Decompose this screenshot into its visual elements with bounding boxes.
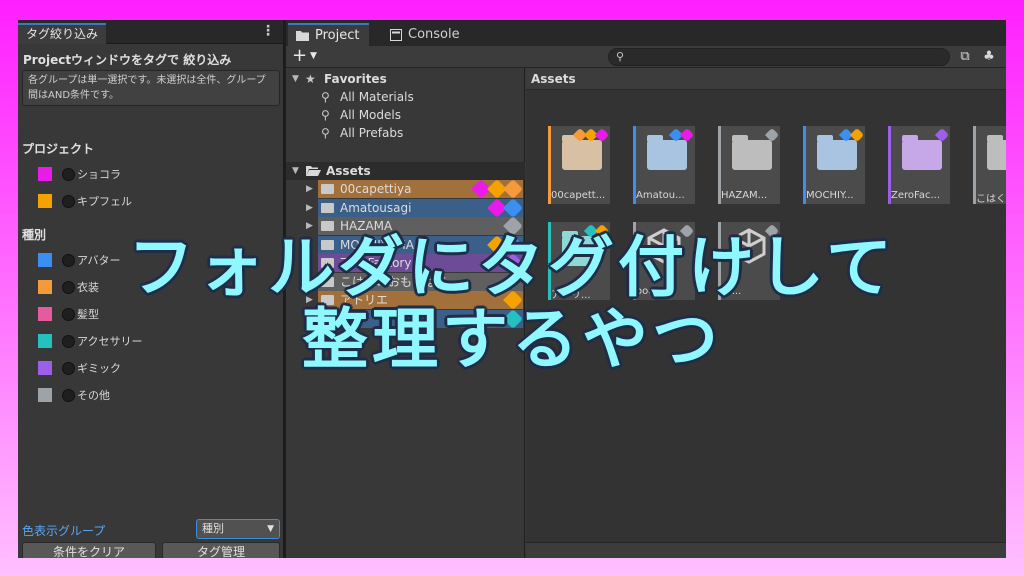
color-group-dropdown[interactable]: 種別 ▼ [196,519,280,539]
tag-icons [668,127,695,143]
expand-arrow-icon[interactable]: ▶ [306,180,313,198]
assets-label: Assets [326,164,371,178]
folder-label: 00capettiya [340,182,412,196]
folder-icon [817,135,857,170]
tab-project[interactable]: Project [288,23,370,46]
group-heading: プロジェクト [22,142,95,156]
search-icon: ⚲ [616,50,625,63]
tab-project-label: Project [315,27,360,43]
radio-button[interactable] [62,388,75,402]
tag-icons [764,127,780,143]
asset-tile[interactable]: 00capett... [548,126,610,206]
tag-icon [764,127,780,143]
create-plus-icon[interactable]: + [292,45,307,66]
tag-filter-tabbar: タグ絞り込み ⋮ [18,20,283,44]
tag-color-swatch [38,388,52,402]
search-icon: ⚲ [321,108,330,122]
project-toolbar: + ▼ ⚲ ⧉ ♣ [286,45,1006,68]
tag-icon [594,127,610,143]
tag-label: その他 [77,389,110,402]
console-icon [390,28,402,41]
favorite-label: All Prefabs [340,126,404,140]
expand-arrow-icon[interactable]: ▼ [292,162,299,180]
tag-icon [679,127,695,143]
tag-color-swatch [38,194,52,208]
tag-icons [934,127,950,143]
tag-icon [849,127,865,143]
tag-color-swatch [38,167,52,181]
favorite-item[interactable]: ⚲ All Materials [286,88,525,106]
tile-label: ZeroFac... [891,190,941,201]
tag-icons [838,127,865,143]
search-icon: ⚲ [321,90,330,104]
overlay-title-line2: 整理するやつ [302,301,722,378]
tab-tag-filter[interactable]: タグ絞り込み [18,23,107,44]
chevron-down-icon: ▼ [267,524,274,534]
favorite-item[interactable]: ⚲ All Models [286,106,525,124]
expand-arrow-icon[interactable]: ▼ [292,70,299,88]
tab-console[interactable]: Console [382,23,470,46]
tag-label: キプフェル [77,195,132,208]
tag-option[interactable]: ショコラ [38,165,121,183]
tree-folder-row[interactable]: ▶ 00capettiya [306,179,523,199]
panel-title: Projectウィンドウをタグで 絞り込み [23,53,232,67]
search-by-type-icon[interactable]: ⧉ [956,48,974,66]
folder-icon [902,135,942,170]
tile-label: Amatou... [636,190,685,201]
filter-shapes-icon[interactable]: ♣ [980,48,998,66]
tile-label: MOCHIY... [806,190,854,201]
project-tabbar: Project Console [286,20,1006,46]
chevron-down-icon[interactable]: ▼ [310,51,317,61]
tag-icons [572,127,610,143]
color-group-label: 色表示グループ [22,524,106,538]
tag-option[interactable]: キプフェル [38,192,132,210]
asset-tile[interactable]: HAZAM... [718,126,780,206]
help-text-line2: 間はAND条件です。 [28,90,120,101]
asset-tile[interactable]: ZeroFac... [888,126,950,206]
favorite-item[interactable]: ⚲ All Prefabs [286,124,525,142]
color-group-value: 種別 [202,522,224,535]
tag-option[interactable]: その他 [38,386,110,404]
favorites-label: Favorites [324,72,387,86]
tag-icons [471,179,523,199]
radio-button[interactable] [62,194,75,208]
tab-console-label: Console [408,26,460,42]
asset-tile[interactable]: Amatou... [633,126,695,206]
tree-favorites[interactable]: ▼ ★ Favorites [286,70,525,88]
folder-icon [321,202,334,213]
help-text-line1: 各グループは単一選択です。未選択は全件、グループ [28,75,266,86]
tag-icon [503,179,523,199]
tile-label: 00capett... [551,190,606,201]
tag-icon [934,127,950,143]
clear-conditions-button[interactable]: 条件をクリア [22,542,156,558]
folder-icon [647,135,687,170]
search-icon: ⚲ [321,126,330,140]
folder-icon [732,135,772,170]
breadcrumb[interactable]: Assets [526,68,1006,90]
tile-label: こはくの [976,194,1006,205]
folder-icon [562,135,602,170]
tag-icons [487,197,523,218]
favorite-label: All Models [340,108,401,122]
help-box: 各グループは単一選択です。未選択は全件、グループ 間はAND条件です。 [22,70,280,106]
asset-tile[interactable]: MOCHIY... [803,126,865,206]
radio-button[interactable] [62,167,75,181]
folder-icon [296,31,309,41]
star-icon: ★ [305,72,316,86]
status-bar [526,542,1006,558]
tag-label: ショコラ [77,168,121,181]
favorite-label: All Materials [340,90,414,104]
folder-open-icon [306,166,321,176]
tag-manage-button[interactable]: タグ管理 [162,542,280,558]
folder-icon [987,135,1006,170]
folder-icon [321,184,334,194]
tree-assets[interactable]: ▼ Assets [286,162,525,180]
search-input[interactable]: ⚲ [608,48,950,66]
kebab-menu-icon[interactable]: ⋮ [261,23,275,39]
tile-label: HAZAM... [721,190,768,201]
asset-tile[interactable]: こはくの [973,126,1006,206]
